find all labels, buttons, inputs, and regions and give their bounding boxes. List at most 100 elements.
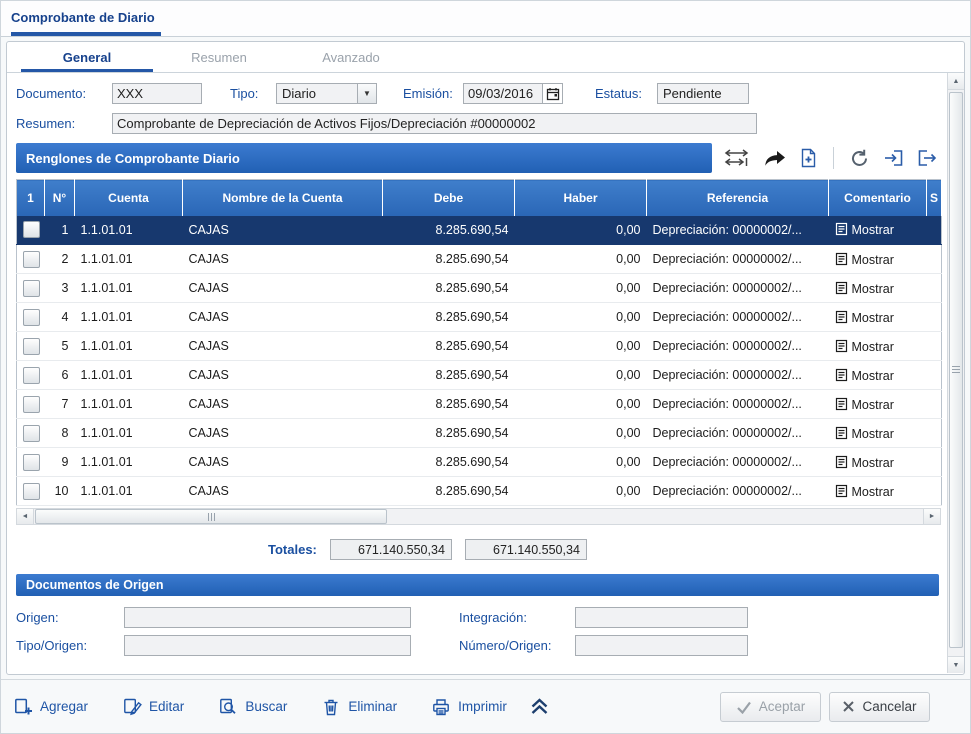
haber-cell: 0,00 [515, 390, 647, 419]
row-selector[interactable] [23, 367, 40, 384]
tab-general[interactable]: General [21, 42, 153, 72]
documento-label: Documento: [16, 86, 112, 101]
col-header-comentario[interactable]: Comentario [829, 180, 927, 216]
col-header-extra[interactable]: S [927, 180, 942, 216]
imprimir-button[interactable]: Imprimir [431, 697, 507, 717]
mostrar-link[interactable]: Mostrar [852, 340, 894, 354]
mostrar-link[interactable]: Mostrar [852, 369, 894, 383]
tipo-dropdown-button[interactable]: ▼ [358, 83, 377, 104]
tab-comprobante-de-diario[interactable]: Comprobante de Diario [11, 9, 161, 36]
extra-cell [927, 361, 942, 390]
haber-cell: 0,00 [515, 303, 647, 332]
col-header-haber[interactable]: Haber [515, 180, 647, 216]
mostrar-link[interactable]: Mostrar [852, 398, 894, 412]
col-header-num[interactable]: N° [45, 180, 75, 216]
row-selector[interactable] [23, 280, 40, 297]
grid-body: 11.1.01.01CAJAS8.285.690,540,00Depreciac… [17, 216, 942, 506]
editar-button[interactable]: Editar [122, 697, 184, 717]
row-selector[interactable] [23, 338, 40, 355]
printer-icon [431, 697, 451, 717]
up-arrow-icon[interactable]: ▲ [948, 73, 964, 90]
import-icon[interactable] [883, 148, 904, 168]
mostrar-link[interactable]: Mostrar [852, 253, 894, 267]
table-row[interactable]: 41.1.01.01CAJAS8.285.690,540,00Depreciac… [17, 303, 942, 332]
resumen-input[interactable] [112, 113, 757, 134]
row-selector[interactable] [23, 221, 40, 238]
origen-input[interactable] [124, 607, 411, 628]
table-row[interactable]: 31.1.01.01CAJAS8.285.690,540,00Depreciac… [17, 274, 942, 303]
cancelar-button[interactable]: Cancelar [829, 692, 930, 722]
mostrar-link[interactable]: Mostrar [852, 427, 894, 441]
mostrar-link[interactable]: Mostrar [852, 282, 894, 296]
row-selector[interactable] [23, 454, 40, 471]
table-row[interactable]: 81.1.01.01CAJAS8.285.690,540,00Depreciac… [17, 419, 942, 448]
horizontal-scrollbar[interactable]: ◄ ► [16, 508, 941, 525]
refresh-icon[interactable] [849, 148, 870, 169]
thumb-grip [952, 366, 960, 374]
vertical-scrollbar[interactable]: ▲ ▼ [947, 73, 964, 673]
mostrar-link[interactable]: Mostrar [852, 485, 894, 499]
row-selector[interactable] [23, 425, 40, 442]
tab-resumen[interactable]: Resumen [153, 42, 285, 72]
cuenta-cell: 1.1.01.01 [75, 477, 183, 506]
aceptar-button[interactable]: Aceptar [720, 692, 821, 722]
eliminar-button[interactable]: Eliminar [321, 697, 397, 717]
nombre-cell: CAJAS [183, 332, 383, 361]
cuenta-cell: 1.1.01.01 [75, 274, 183, 303]
tab-avanzado[interactable]: Avanzado [285, 42, 417, 72]
table-row[interactable]: 21.1.01.01CAJAS8.285.690,540,00Depreciac… [17, 245, 942, 274]
integracion-input[interactable] [575, 607, 748, 628]
search-document-icon [218, 697, 238, 717]
row-number: 4 [45, 303, 75, 332]
referencia-cell: Depreciación: 00000002/... [647, 245, 829, 274]
vscroll-thumb[interactable] [949, 92, 963, 648]
table-row[interactable]: 61.1.01.01CAJAS8.285.690,540,00Depreciac… [17, 361, 942, 390]
numero-origen-label: Número/Origen: [459, 638, 575, 653]
comentario-cell: Mostrar [829, 332, 927, 361]
col-header-debe[interactable]: Debe [383, 180, 515, 216]
row-selector[interactable] [23, 483, 40, 500]
debe-cell: 8.285.690,54 [383, 419, 515, 448]
col-header-referencia[interactable]: Referencia [647, 180, 829, 216]
total-debe: 671.140.550,34 [330, 539, 452, 560]
mostrar-link[interactable]: Mostrar [852, 311, 894, 325]
forward-arrow-icon[interactable] [763, 150, 786, 167]
mostrar-link[interactable]: Mostrar [852, 456, 894, 470]
row-selector-cell [17, 274, 45, 303]
down-arrow-icon[interactable]: ▼ [948, 656, 964, 673]
documento-input[interactable] [112, 83, 202, 104]
comentario-cell: Mostrar [829, 477, 927, 506]
calendar-button[interactable] [543, 83, 563, 104]
left-arrow-icon[interactable]: ◄ [17, 509, 34, 524]
export-icon[interactable] [917, 148, 938, 168]
fit-columns-icon[interactable] [723, 148, 750, 168]
debe-cell: 8.285.690,54 [383, 477, 515, 506]
numero-origen-input[interactable] [575, 635, 748, 656]
right-arrow-icon[interactable]: ► [923, 509, 940, 524]
extra-cell [927, 390, 942, 419]
col-header-sel[interactable]: 1 [17, 180, 45, 216]
buscar-button[interactable]: Buscar [218, 697, 287, 717]
hscroll-thumb[interactable] [35, 509, 387, 524]
table-row[interactable]: 51.1.01.01CAJAS8.285.690,540,00Depreciac… [17, 332, 942, 361]
mostrar-link[interactable]: Mostrar [852, 223, 894, 237]
row-selector[interactable] [23, 251, 40, 268]
collapse-button[interactable] [529, 698, 550, 715]
table-row[interactable]: 91.1.01.01CAJAS8.285.690,540,00Depreciac… [17, 448, 942, 477]
table-row[interactable]: 71.1.01.01CAJAS8.285.690,540,00Depreciac… [17, 390, 942, 419]
table-row[interactable]: 11.1.01.01CAJAS8.285.690,540,00Depreciac… [17, 216, 942, 245]
emision-input[interactable] [463, 83, 543, 104]
row-selector[interactable] [23, 396, 40, 413]
window-tab-label: Comprobante de Diario [11, 10, 155, 25]
row-number: 7 [45, 390, 75, 419]
table-row[interactable]: 101.1.01.01CAJAS8.285.690,540,00Deprecia… [17, 477, 942, 506]
col-header-nombre[interactable]: Nombre de la Cuenta [183, 180, 383, 216]
row-selector[interactable] [23, 309, 40, 326]
add-document-icon[interactable] [799, 148, 818, 168]
tipo-select[interactable]: Diario [276, 83, 358, 104]
col-header-cuenta[interactable]: Cuenta [75, 180, 183, 216]
debe-cell: 8.285.690,54 [383, 390, 515, 419]
agregar-button[interactable]: Agregar [13, 697, 88, 717]
cuenta-cell: 1.1.01.01 [75, 303, 183, 332]
tipo-origen-input[interactable] [124, 635, 411, 656]
